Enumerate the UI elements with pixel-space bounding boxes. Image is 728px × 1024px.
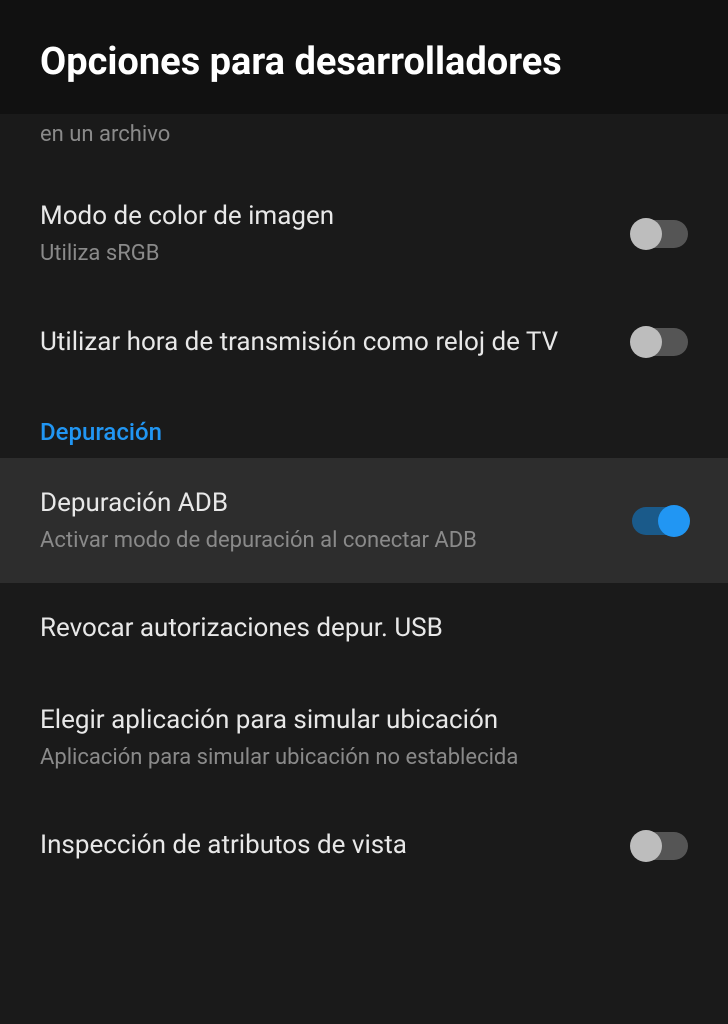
setting-title: Depuración ADB: [40, 486, 612, 521]
toggle-knob: [630, 830, 662, 862]
setting-title: Modo de color de imagen: [40, 199, 612, 234]
setting-revoke-usb[interactable]: Revocar autorizaciones depur. USB: [0, 583, 728, 674]
toggle-knob: [630, 326, 662, 358]
setting-title: Inspección de atributos de vista: [40, 828, 612, 863]
setting-title: Utilizar hora de transmisión como reloj …: [40, 325, 612, 360]
toggle-adb-debug[interactable]: [632, 507, 688, 535]
toggle-knob: [658, 505, 690, 537]
setting-subtitle: Aplicación para simular ubicación no est…: [40, 744, 668, 773]
toggle-view-attributes[interactable]: [632, 832, 688, 860]
setting-broadcast-time[interactable]: Utilizar hora de transmisión como reloj …: [0, 297, 728, 388]
toggle-broadcast-time[interactable]: [632, 328, 688, 356]
setting-subtitle: Activar modo de depuración al conectar A…: [40, 527, 612, 556]
setting-view-attributes[interactable]: Inspección de atributos de vista: [0, 800, 728, 891]
setting-adb-debug[interactable]: Depuración ADB Activar modo de depuració…: [0, 458, 728, 584]
setting-text: Utilizar hora de transmisión como reloj …: [40, 325, 632, 360]
settings-list: en un archivo Modo de color de imagen Ut…: [0, 114, 728, 891]
setting-text: Inspección de atributos de vista: [40, 828, 632, 863]
setting-text: Revocar autorizaciones depur. USB: [40, 611, 688, 646]
page-title: Opciones para desarrolladores: [40, 40, 688, 84]
setting-text: Modo de color de imagen Utiliza sRGB: [40, 199, 632, 269]
toggle-knob: [630, 218, 662, 250]
setting-text: Depuración ADB Activar modo de depuració…: [40, 486, 632, 556]
setting-text: Elegir aplicación para simular ubicación…: [40, 703, 688, 773]
partial-setting-subtitle: en un archivo: [0, 114, 728, 171]
setting-color-mode[interactable]: Modo de color de imagen Utiliza sRGB: [0, 171, 728, 297]
setting-mock-location[interactable]: Elegir aplicación para simular ubicación…: [0, 675, 728, 801]
setting-subtitle: Utiliza sRGB: [40, 240, 612, 269]
setting-title: Elegir aplicación para simular ubicación: [40, 703, 668, 738]
toggle-color-mode[interactable]: [632, 220, 688, 248]
setting-title: Revocar autorizaciones depur. USB: [40, 611, 668, 646]
header: Opciones para desarrolladores: [0, 0, 728, 114]
section-header-debug: Depuración: [0, 388, 728, 458]
